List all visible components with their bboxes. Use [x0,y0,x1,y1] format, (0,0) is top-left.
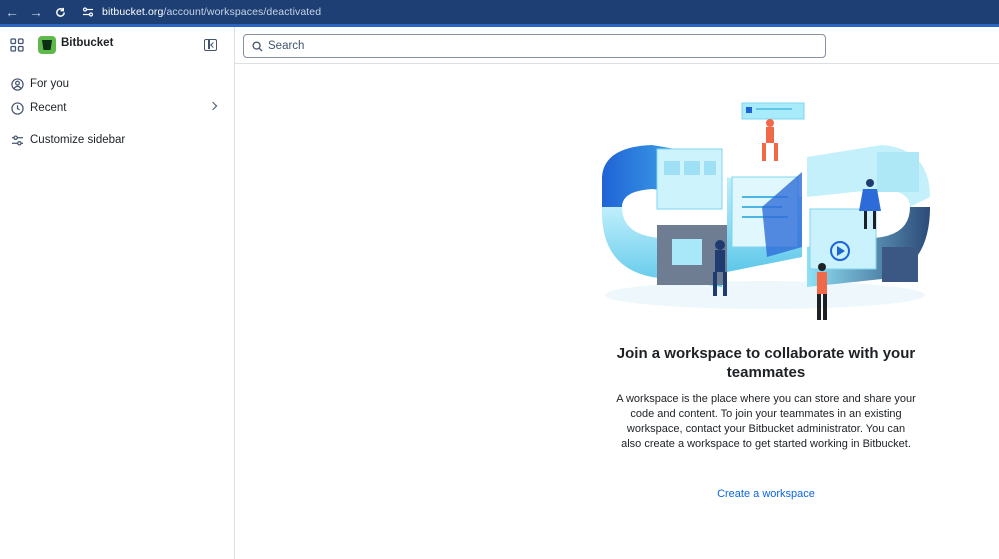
forward-icon[interactable]: → [24,0,48,24]
reload-icon[interactable] [48,0,72,24]
search-input[interactable] [268,40,768,52]
page-title: Join a workspace to collaborate with you… [616,345,916,381]
chevron-right-icon [208,101,218,111]
site-info-icon[interactable] [78,2,98,22]
sidebar-item-recent[interactable]: Recent [0,96,234,120]
page-description: A workspace is the place where you can s… [616,393,916,450]
app-switcher-icon[interactable] [10,38,24,52]
back-icon[interactable]: ← [0,0,24,24]
sidebar-item-label: Recent [30,102,67,114]
sidebar-item-customize-sidebar[interactable]: Customize sidebar [0,128,234,152]
sidebar-item-label: Customize sidebar [30,134,126,146]
url-host: bitbucket.org [102,6,164,18]
search-field[interactable] [243,34,826,58]
workspace-illustration [601,102,930,320]
header-divider [234,63,999,64]
sliders-icon [10,133,24,147]
bitbucket-logo[interactable] [38,36,56,54]
top-navigation: Bitbucket [0,27,999,64]
sidebar-item-label: For you [30,78,69,90]
sidebar-item-for-you[interactable]: For you [0,72,234,96]
collapse-sidebar-icon[interactable] [204,39,217,51]
address-bar[interactable]: bitbucket.org/account/workspaces/deactiv… [102,6,321,18]
sidebar-divider [234,27,235,559]
clock-icon [10,101,24,115]
browser-toolbar: ← → bitbucket.org/account/workspaces/dea… [0,0,999,24]
user-circle-icon [10,77,24,91]
create-workspace-link[interactable]: Create a workspace [666,488,866,500]
product-name[interactable]: Bitbucket [61,37,113,49]
url-path: /account/workspaces/deactivated [163,6,322,18]
search-icon [252,40,263,52]
